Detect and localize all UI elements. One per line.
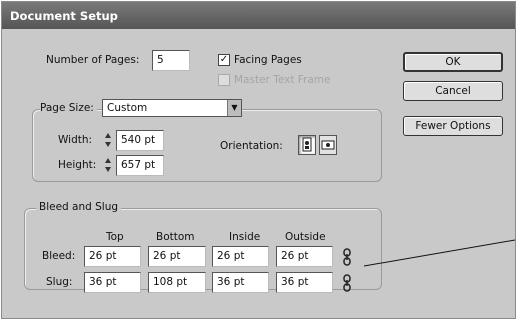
bleed-top-input[interactable]: 26 pt bbox=[84, 246, 141, 267]
stepper-arrows-icon bbox=[105, 158, 111, 172]
portrait-orientation-button[interactable] bbox=[298, 135, 316, 155]
master-text-frame-label: Master Text Frame bbox=[234, 74, 331, 86]
landscape-orientation-button[interactable] bbox=[319, 135, 337, 155]
number-of-pages-input[interactable]: 5 bbox=[152, 50, 190, 71]
slug-link-button[interactable] bbox=[341, 274, 353, 292]
bleed-link-button[interactable] bbox=[341, 248, 353, 266]
cancel-button[interactable]: Cancel bbox=[403, 81, 503, 101]
checkmark-icon: ✓ bbox=[219, 54, 229, 65]
column-header-bottom: Bottom bbox=[156, 231, 195, 243]
chain-link-icon bbox=[343, 248, 351, 266]
height-stepper[interactable] bbox=[104, 156, 112, 174]
portrait-icon bbox=[302, 137, 312, 152]
ok-button[interactable]: OK bbox=[403, 52, 503, 72]
height-label: Height: bbox=[58, 159, 97, 171]
width-input[interactable]: 540 pt bbox=[116, 130, 164, 151]
page-size-select[interactable]: Custom ▼ bbox=[102, 99, 242, 117]
column-header-top: Top bbox=[106, 231, 124, 243]
dialog-title: Document Setup bbox=[2, 2, 515, 29]
page-size-value: Custom bbox=[107, 102, 148, 114]
bleed-inside-input[interactable]: 26 pt bbox=[212, 246, 269, 267]
slug-inside-input[interactable]: 36 pt bbox=[212, 272, 269, 293]
chain-link-icon bbox=[343, 274, 351, 292]
bleed-outside-input[interactable]: 26 pt bbox=[276, 246, 333, 267]
bleed-and-slug-title: Bleed and Slug bbox=[36, 201, 122, 213]
stepper-arrows-icon bbox=[105, 133, 111, 147]
bleed-bottom-input[interactable]: 26 pt bbox=[148, 246, 206, 267]
chevron-down-icon: ▼ bbox=[227, 100, 241, 116]
bleed-label: Bleed: bbox=[42, 250, 76, 262]
column-header-inside: Inside bbox=[229, 231, 261, 243]
height-input[interactable]: 657 pt bbox=[116, 155, 164, 176]
slug-outside-input[interactable]: 36 pt bbox=[276, 272, 333, 293]
callout-line bbox=[363, 239, 515, 267]
column-header-outside: Outside bbox=[285, 231, 326, 243]
document-setup-dialog: Document Setup Number of Pages: 5 ✓ Faci… bbox=[1, 1, 516, 319]
fewer-options-button[interactable]: Fewer Options bbox=[403, 116, 503, 136]
master-text-frame-checkbox bbox=[218, 74, 230, 86]
slug-bottom-input[interactable]: 108 pt bbox=[148, 272, 206, 293]
width-label: Width: bbox=[58, 134, 93, 146]
width-stepper[interactable] bbox=[104, 131, 112, 149]
slug-label: Slug: bbox=[46, 276, 73, 288]
slug-top-input[interactable]: 36 pt bbox=[84, 272, 141, 293]
number-of-pages-label: Number of Pages: bbox=[46, 54, 140, 66]
facing-pages-label: Facing Pages bbox=[234, 54, 302, 66]
facing-pages-checkbox[interactable]: ✓ bbox=[218, 54, 230, 66]
page-size-label: Page Size: bbox=[40, 102, 97, 114]
orientation-label: Orientation: bbox=[220, 140, 283, 152]
landscape-icon bbox=[321, 140, 335, 150]
